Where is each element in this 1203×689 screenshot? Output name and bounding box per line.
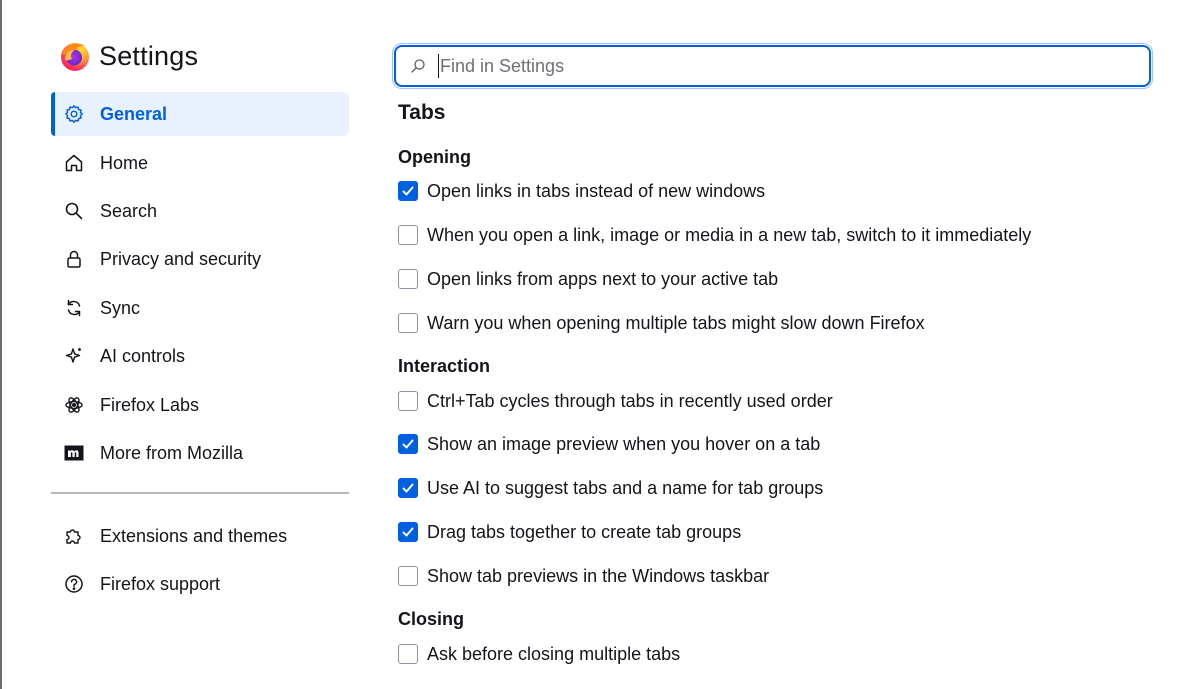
checkbox-label: When you open a link, image or media in … xyxy=(427,224,1032,245)
checkbox-label: Drag tabs together to create tab groups xyxy=(427,521,742,542)
checkbox[interactable] xyxy=(398,225,418,245)
sparkle-icon xyxy=(63,345,85,367)
checkmark-icon xyxy=(402,483,414,493)
checkbox-label: Show an image preview when you hover on … xyxy=(427,433,821,454)
sync-icon xyxy=(63,297,85,319)
checkbox-image-preview-hover[interactable]: Show an image preview when you hover on … xyxy=(398,432,820,456)
sidebar-divider xyxy=(51,492,349,494)
checkmark-icon xyxy=(402,186,414,196)
sidebar-item-label: More from Mozilla xyxy=(100,442,244,463)
checkbox-label: Warn you when opening multiple tabs migh… xyxy=(427,312,925,333)
checkmark-icon xyxy=(402,527,414,537)
checkbox[interactable] xyxy=(398,269,418,289)
checkbox[interactable] xyxy=(398,478,418,498)
sidebar-item-firefox-labs[interactable]: Firefox Labs xyxy=(51,383,349,427)
checkbox-ask-before-closing[interactable]: Ask before closing multiple tabs xyxy=(398,642,680,666)
sidebar-item-label: AI controls xyxy=(100,345,186,366)
group-heading-interaction: Interaction xyxy=(398,356,491,376)
group-heading-closing: Closing xyxy=(398,609,464,629)
checkbox[interactable] xyxy=(398,434,418,454)
gear-icon xyxy=(63,103,85,125)
checkbox-taskbar-previews[interactable]: Show tab previews in the Windows taskbar xyxy=(398,564,769,588)
checkbox-label: Open links from apps next to your active… xyxy=(427,268,779,289)
lock-icon xyxy=(63,248,85,270)
checkbox-label: Use AI to suggest tabs and a name for ta… xyxy=(427,477,824,498)
sidebar-item-extensions-and-themes[interactable]: Extensions and themes xyxy=(51,514,349,558)
checkbox-ai-suggest-tabs[interactable]: Use AI to suggest tabs and a name for ta… xyxy=(398,476,823,500)
checkbox-label: Open links in tabs instead of new window… xyxy=(427,180,766,201)
sidebar-item-label: Search xyxy=(100,200,158,221)
group-heading-opening: Opening xyxy=(398,147,471,167)
home-icon xyxy=(63,152,85,174)
checkbox[interactable] xyxy=(398,522,418,542)
brand: Settings xyxy=(59,40,198,72)
firefox-logo-icon xyxy=(61,43,89,71)
checkbox-label: Show tab previews in the Windows taskbar xyxy=(427,565,770,586)
checkbox-label: Ask before closing multiple tabs xyxy=(427,643,681,664)
sidebar-item-label: Sync xyxy=(100,297,141,318)
sidebar-item-home[interactable]: Home xyxy=(51,141,349,185)
puzzle-icon xyxy=(63,525,85,547)
sidebar-item-firefox-support[interactable]: Firefox support xyxy=(51,562,349,606)
search-input[interactable] xyxy=(438,54,1149,78)
checkbox-drag-tabs-groups[interactable]: Drag tabs together to create tab groups xyxy=(398,520,741,544)
window-edge xyxy=(0,0,2,689)
checkmark-icon xyxy=(402,439,414,449)
help-icon xyxy=(63,573,85,595)
sidebar-item-privacy[interactable]: Privacy and security xyxy=(51,237,349,281)
checkbox-switch-to-new-tab[interactable]: When you open a link, image or media in … xyxy=(398,223,1031,247)
mozilla-icon xyxy=(63,442,85,464)
page-title: Settings xyxy=(99,40,199,71)
checkbox-open-links-in-tabs[interactable]: Open links in tabs instead of new window… xyxy=(398,179,765,203)
search-icon xyxy=(63,200,85,222)
checkbox-open-links-next-to-active[interactable]: Open links from apps next to your active… xyxy=(398,267,778,291)
sidebar-item-label: Firefox support xyxy=(100,573,221,594)
search-icon xyxy=(411,59,425,73)
sidebar-item-more-from-mozilla[interactable]: More from Mozilla xyxy=(51,431,349,475)
checkbox[interactable] xyxy=(398,566,418,586)
sidebar: Settings General Home Search Privacy and… xyxy=(51,0,349,689)
checkbox[interactable] xyxy=(398,181,418,201)
sidebar-item-label: Privacy and security xyxy=(100,248,262,269)
checkbox-warn-multiple-tabs[interactable]: Warn you when opening multiple tabs migh… xyxy=(398,311,925,335)
sidebar-item-search[interactable]: Search xyxy=(51,189,349,233)
checkbox[interactable] xyxy=(398,644,418,664)
sidebar-item-label: Firefox Labs xyxy=(100,394,200,415)
sidebar-item-label: Home xyxy=(100,152,149,173)
checkbox-ctrl-tab-recent-order[interactable]: Ctrl+Tab cycles through tabs in recently… xyxy=(398,389,833,413)
section-title: Tabs xyxy=(398,101,446,124)
sidebar-item-general[interactable]: General xyxy=(51,92,349,136)
sidebar-item-sync[interactable]: Sync xyxy=(51,286,349,330)
sidebar-item-label: General xyxy=(100,103,168,124)
find-in-settings-field[interactable] xyxy=(392,43,1153,89)
sidebar-item-ai-controls[interactable]: AI controls xyxy=(51,334,349,378)
checkbox-label: Ctrl+Tab cycles through tabs in recently… xyxy=(427,390,833,411)
labs-icon xyxy=(63,394,85,416)
sidebar-item-label: Extensions and themes xyxy=(100,525,288,546)
checkbox[interactable] xyxy=(398,391,418,411)
checkbox[interactable] xyxy=(398,313,418,333)
